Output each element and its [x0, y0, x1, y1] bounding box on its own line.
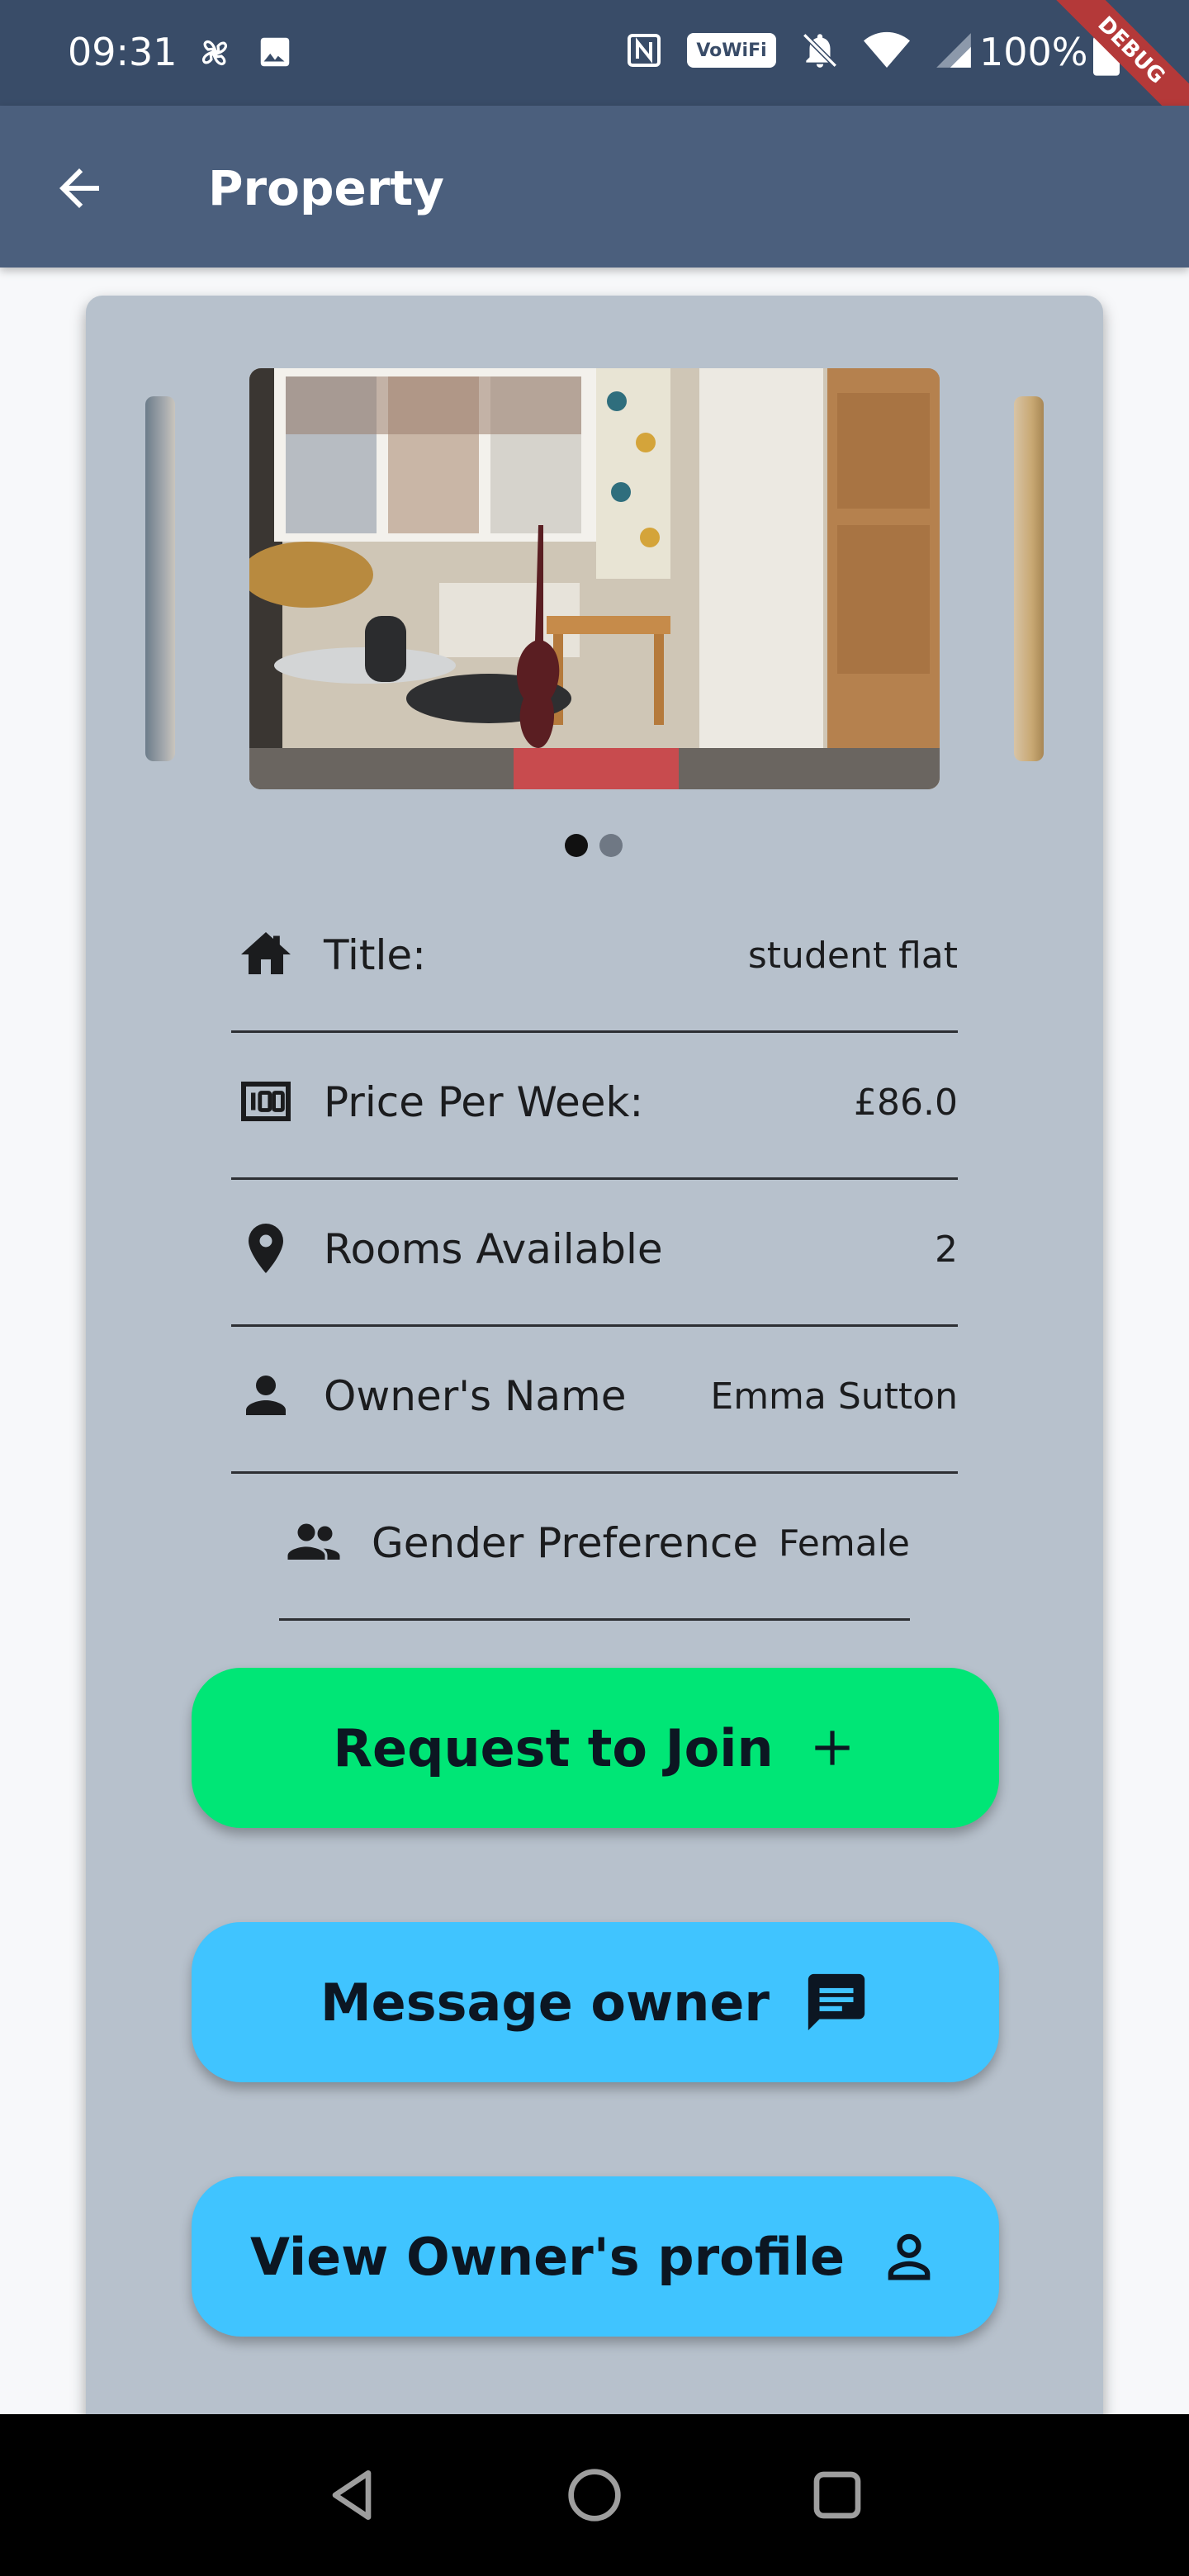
person-outline-icon: [888, 2233, 931, 2280]
detail-label: Price Per Week:: [324, 1078, 644, 1126]
detail-value: Emma Sutton: [710, 1376, 958, 1418]
detail-value: student flat: [747, 935, 958, 977]
chat-icon: [808, 1973, 865, 2031]
detail-row-title: Title: student flat: [231, 883, 958, 1033]
nfc-icon: [628, 34, 661, 67]
status-bar: 09:31 VoWiFi 100% DEBUG: [0, 0, 1189, 144]
detail-label: Owner's Name: [324, 1372, 627, 1420]
battery-percent: 100%: [979, 30, 1088, 74]
carousel-dot-active[interactable]: [565, 834, 588, 857]
back-arrow-icon[interactable]: [50, 159, 109, 218]
system-nav-bar: [0, 2414, 1189, 2576]
detail-value: Female: [778, 1522, 910, 1565]
detail-row-rooms: Rooms Available 2: [231, 1177, 958, 1327]
fan-icon: [202, 40, 227, 65]
wifi-icon: [864, 31, 910, 68]
vowifi-badge: VoWiFi: [687, 33, 776, 68]
image-icon: [260, 37, 290, 67]
request-to-join-button[interactable]: Request to Join: [192, 1668, 999, 1828]
detail-label: Rooms Available: [324, 1225, 663, 1273]
status-time: 09:31: [68, 30, 178, 74]
nav-recents-icon[interactable]: [804, 2462, 870, 2528]
location-pin-icon: [249, 1224, 283, 1273]
mute-bell-icon: [803, 33, 837, 68]
system-icons: VoWiFi: [624, 30, 974, 71]
carousel-dot[interactable]: [599, 834, 623, 857]
person-icon: [246, 1376, 286, 1415]
property-photo[interactable]: [249, 368, 940, 789]
view-owner-profile-label: View Owner's profile: [249, 2226, 846, 2287]
carousel-prev-image[interactable]: [145, 396, 175, 761]
price-icon: [241, 1082, 291, 1121]
property-screen: 09:31 VoWiFi 100% DEBUG Property Title: …: [0, 0, 1189, 2576]
detail-label: Gender Preference: [372, 1519, 759, 1567]
people-icon: [287, 1523, 340, 1560]
detail-value: £86.0: [854, 1082, 958, 1124]
carousel-indicator: [565, 834, 623, 857]
detail-row-gender: Gender Preference Female: [279, 1471, 910, 1621]
cell-signal-icon: [936, 33, 971, 68]
nav-home-icon[interactable]: [561, 2462, 628, 2528]
notification-icons: [195, 33, 294, 73]
detail-row-price: Price Per Week: £86.0: [231, 1030, 958, 1180]
view-owner-profile-button[interactable]: View Owner's profile: [192, 2176, 999, 2337]
message-owner-button[interactable]: Message owner: [192, 1922, 999, 2082]
detail-label: Title:: [324, 931, 426, 979]
detail-value: 2: [935, 1229, 958, 1271]
page-title: Property: [208, 160, 444, 216]
app-bar: Property: [0, 106, 1189, 268]
home-icon: [241, 932, 291, 974]
message-owner-label: Message owner: [320, 1972, 770, 2033]
nav-back-icon[interactable]: [319, 2462, 385, 2528]
property-photo-image: [249, 368, 940, 789]
detail-row-owner: Owner's Name Emma Sutton: [231, 1324, 958, 1474]
carousel-next-image[interactable]: [1014, 396, 1044, 761]
request-to-join-label: Request to Join: [333, 1717, 774, 1778]
plus-icon: [815, 1731, 850, 1765]
